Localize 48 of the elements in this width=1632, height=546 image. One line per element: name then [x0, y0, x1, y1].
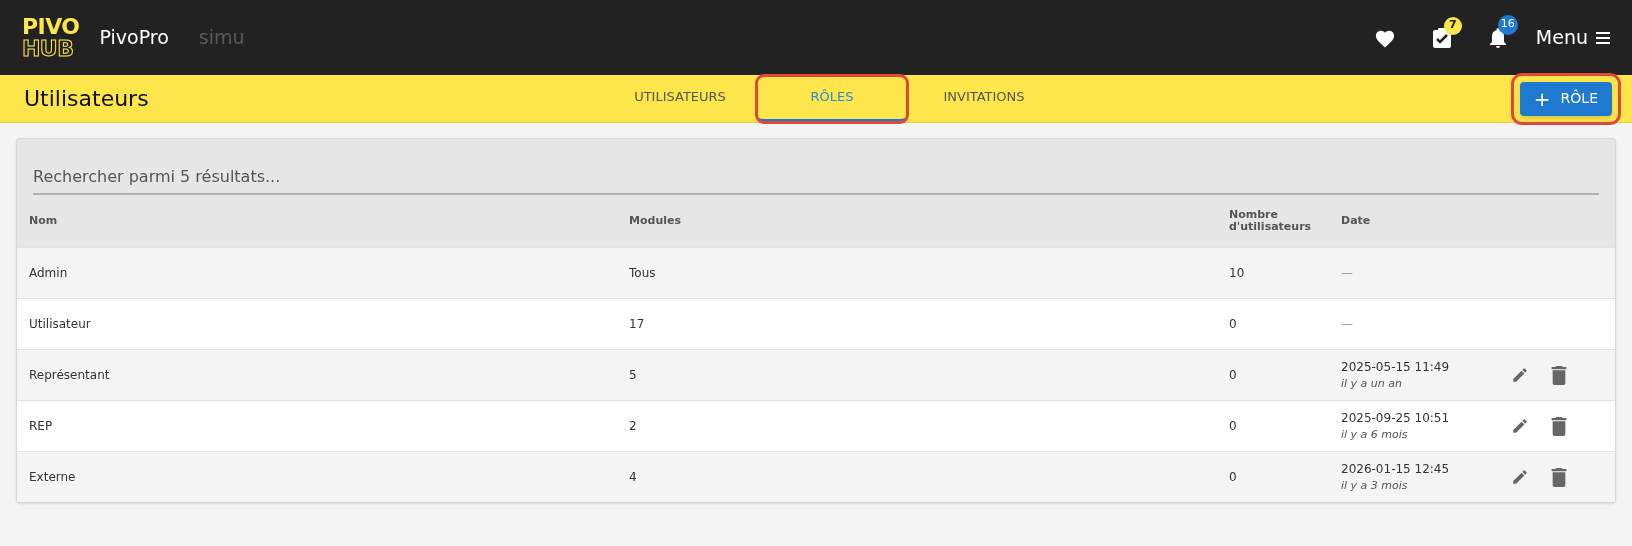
page-title: Utilisateurs [24, 85, 150, 113]
table-cell-text: 10 [1229, 265, 1246, 282]
date-text: 2025-05-15 11:49 [1341, 358, 1451, 376]
table-cell-text: 0 [1229, 469, 1238, 486]
table-cell-text: Utilisateur [29, 316, 92, 333]
date-text: — [1341, 316, 1354, 333]
table-cell-text: 0 [1229, 418, 1238, 435]
date-text: 2026-01-15 12:45 [1341, 460, 1451, 478]
trash-icon[interactable] [1551, 365, 1567, 385]
table-cell-text: 5 [629, 367, 638, 384]
count-badge: 7 [1443, 16, 1462, 35]
menu-icon [1596, 31, 1610, 44]
table-cell-text: 0 [1229, 316, 1238, 333]
column-header: Modules [629, 212, 682, 229]
date-text: — [1341, 265, 1354, 282]
menu-button[interactable]: Menu [1535, 23, 1610, 52]
relative-date: il y a un an [1341, 375, 1403, 392]
relative-date: il y a 3 mois [1341, 477, 1409, 494]
bell-icon[interactable] [1487, 26, 1508, 49]
tab[interactable]: UTILISATEURS [604, 74, 756, 123]
table-cell-text: Admin [29, 265, 69, 282]
column-header: Nom [29, 212, 59, 229]
column-header: Nombre d'utilisateurs [1229, 208, 1313, 234]
table-cell-text: Représentant [29, 367, 111, 384]
logo-text: PIVO [22, 15, 80, 38]
trash-icon[interactable] [1551, 467, 1567, 487]
environment-label: simu [198, 25, 245, 51]
edit-icon[interactable] [1511, 417, 1529, 435]
table-cell-text: 4 [629, 469, 638, 486]
count-badge: 16 [1497, 14, 1518, 35]
edit-icon[interactable] [1511, 468, 1529, 486]
date-text: 2025-09-25 10:51 [1341, 409, 1451, 427]
logo-text: HUB [22, 37, 75, 60]
trash-icon[interactable] [1551, 416, 1567, 436]
table-cell-text: 2 [629, 418, 638, 435]
table-cell-text: REP [29, 418, 54, 435]
table-cell-text: Externe [29, 469, 77, 486]
column-header: Date [1341, 212, 1372, 229]
table-cell-text: 17 [629, 316, 646, 333]
clipboard-check-icon[interactable] [1431, 26, 1452, 49]
table-cell-text: Tous [629, 265, 657, 282]
relative-date: il y a 6 mois [1341, 426, 1409, 443]
tab[interactable]: INVITATIONS [908, 74, 1060, 123]
add-role-button[interactable]: + RÔLE [1519, 81, 1612, 116]
edit-icon[interactable] [1511, 366, 1529, 384]
app-name[interactable]: PivoPro [99, 23, 169, 52]
search-field[interactable]: Rechercher parmi 5 résultats... [33, 165, 1599, 195]
table-cell-text: 0 [1229, 367, 1238, 384]
